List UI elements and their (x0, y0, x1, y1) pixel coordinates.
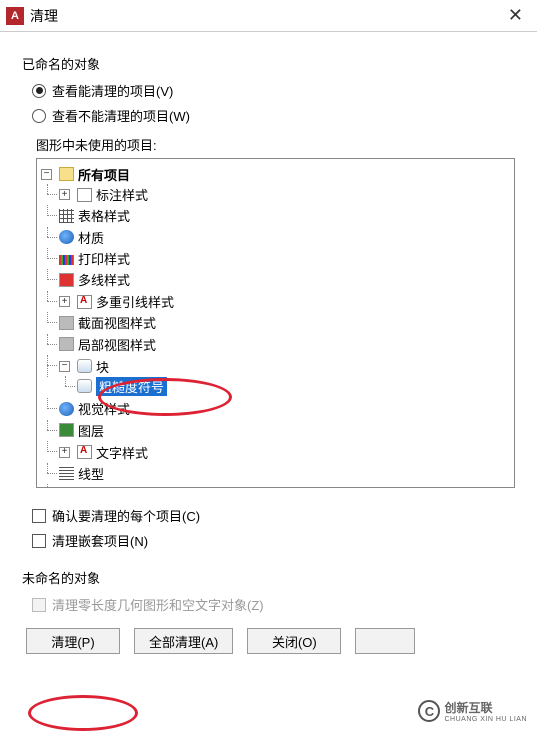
tree-item-label: 表格样式 (78, 206, 130, 225)
radio-unviewable-label: 查看不能清理的项目(W) (52, 106, 190, 125)
named-heading: 已命名的对象 (22, 54, 515, 73)
tree-item-label: 多线样式 (78, 270, 130, 289)
tree-item[interactable]: 材质 (59, 228, 104, 247)
linetype-icon (59, 466, 74, 480)
tree-view[interactable]: − 所有项目 + 标注样式 表格样式 材质 打印样式 多线样式 + 多重引线样式 截… (36, 158, 515, 488)
tree-item[interactable]: 线型 (59, 464, 104, 483)
tree-item-selected[interactable]: 粗糙度符号 (77, 377, 167, 396)
layer-icon (59, 423, 74, 437)
mline-icon (59, 273, 74, 287)
tree-item-label: 多重引线样式 (96, 292, 174, 311)
purge-all-button[interactable]: 全部清理(A) (134, 628, 233, 654)
collapse-icon[interactable]: − (59, 361, 70, 372)
section-icon (59, 316, 74, 330)
tree-item[interactable]: 图层 (59, 421, 104, 440)
checkbox-icon[interactable] (32, 534, 46, 548)
watermark-logo-icon: C (418, 700, 440, 722)
titlebar: A 清理 ✕ (0, 0, 537, 32)
expand-icon[interactable]: + (59, 296, 70, 307)
tree-item-label: 截面视图样式 (78, 313, 156, 332)
shape-icon (59, 488, 74, 489)
radio-icon[interactable] (32, 84, 46, 98)
window-title: 清理 (30, 6, 500, 26)
tree-item[interactable]: + 文字样式 (59, 443, 148, 462)
check-nested[interactable]: 清理嵌套项目(N) (32, 531, 515, 550)
dialog-body: 已命名的对象 查看能清理的项目(V) 查看不能清理的项目(W) 图形中未使用的项… (0, 32, 537, 664)
detail-icon (59, 337, 74, 351)
textstyle-icon (77, 445, 92, 459)
tree-root-label: 所有项目 (78, 165, 130, 184)
material-icon (59, 230, 74, 244)
expand-icon[interactable]: + (59, 189, 70, 200)
check-confirm-each[interactable]: 确认要清理的每个项目(C) (32, 506, 515, 525)
check-zero-length-label: 清理零长度几何图形和空文字对象(Z) (52, 595, 264, 614)
help-button[interactable] (355, 628, 415, 654)
tree-item-label: 文字样式 (96, 443, 148, 462)
tree-item[interactable]: 视觉样式 (59, 399, 130, 418)
folder-icon (59, 167, 74, 181)
tree-item-label: 视觉样式 (78, 399, 130, 418)
tree-item-label: 标注样式 (96, 185, 148, 204)
unnamed-heading: 未命名的对象 (22, 568, 515, 587)
tree-item-label: 线型 (78, 464, 104, 483)
checkbox-icon[interactable] (32, 509, 46, 523)
radio-viewable-label: 查看能清理的项目(V) (52, 81, 173, 100)
tree-item[interactable]: + 多重引线样式 (59, 292, 174, 311)
purge-button[interactable]: 清理(P) (26, 628, 120, 654)
tree-item[interactable]: 形 (59, 485, 91, 488)
table-icon (59, 209, 74, 223)
tree-item-label: 图层 (78, 421, 104, 440)
tree-item[interactable]: 截面视图样式 (59, 313, 156, 332)
unused-label: 图形中未使用的项目: (36, 135, 515, 154)
dimstyle-icon (77, 188, 92, 202)
checkbox-icon (32, 598, 46, 612)
tree-item-label: 形 (78, 485, 91, 488)
close-button[interactable]: 关闭(O) (247, 628, 341, 654)
plotstyle-icon (59, 255, 74, 265)
mleader-icon (77, 295, 92, 309)
tree-item-label: 材质 (78, 228, 104, 247)
block-icon (77, 359, 92, 373)
tree-item-label: 块 (96, 357, 109, 376)
check-nested-label: 清理嵌套项目(N) (52, 531, 148, 550)
tree-item-block[interactable]: −块 (59, 357, 109, 376)
tree-item-label: 局部视图样式 (78, 335, 156, 354)
tree-root[interactable]: − 所有项目 (41, 165, 130, 184)
expand-icon[interactable]: + (59, 447, 70, 458)
collapse-icon[interactable]: − (41, 169, 52, 180)
tree-item-label: 粗糙度符号 (96, 377, 167, 396)
block-icon (77, 379, 92, 393)
radio-viewable[interactable]: 查看能清理的项目(V) (32, 81, 515, 100)
radio-icon[interactable] (32, 109, 46, 123)
tree-item[interactable]: 局部视图样式 (59, 335, 156, 354)
tree-item[interactable]: 多线样式 (59, 270, 130, 289)
watermark-sub: CHUANG XIN HU LIAN (444, 716, 527, 723)
visualstyle-icon (59, 402, 74, 416)
watermark-brand: 创新互联 (444, 699, 527, 716)
tree-item-label: 打印样式 (78, 249, 130, 268)
tree-item[interactable]: + 标注样式 (59, 185, 148, 204)
tree-item[interactable]: 表格样式 (59, 206, 130, 225)
check-zero-length: 清理零长度几何图形和空文字对象(Z) (32, 595, 515, 614)
check-confirm-label: 确认要清理的每个项目(C) (52, 506, 200, 525)
app-icon: A (6, 7, 24, 25)
watermark: C 创新互联 CHUANG XIN HU LIAN (414, 697, 531, 725)
button-row: 清理(P) 全部清理(A) 关闭(O) (26, 628, 515, 654)
radio-unviewable[interactable]: 查看不能清理的项目(W) (32, 106, 515, 125)
tree-item[interactable]: 打印样式 (59, 249, 130, 268)
annotation-ellipse (28, 695, 138, 731)
close-icon[interactable]: ✕ (500, 5, 531, 26)
